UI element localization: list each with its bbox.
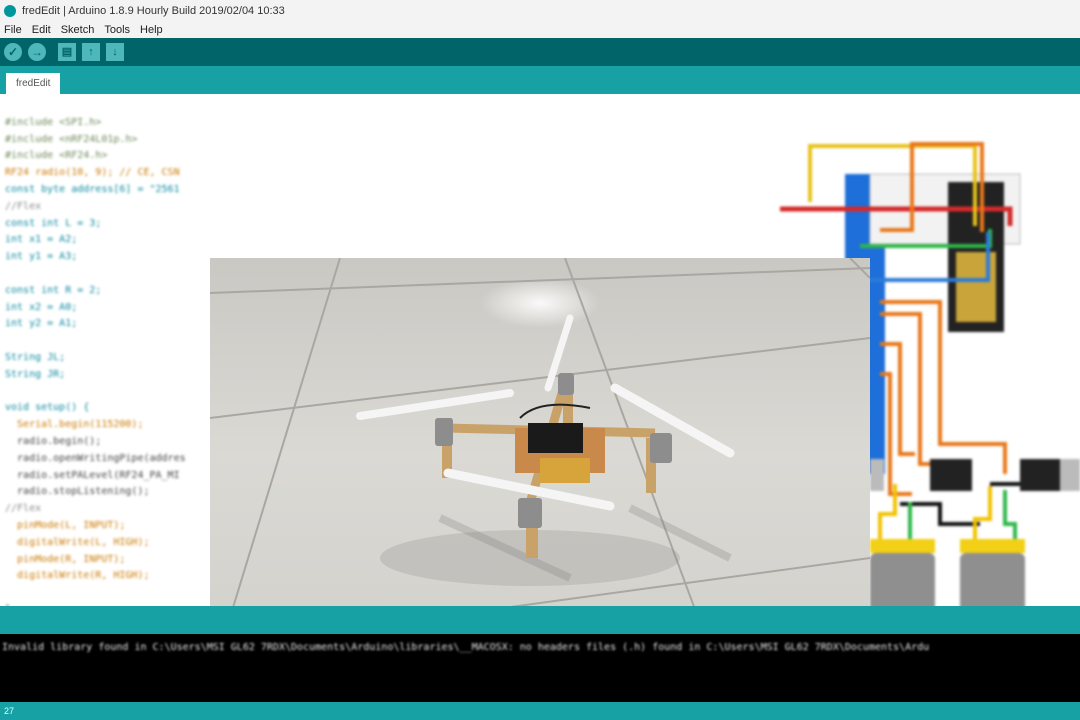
arrow-up-icon: ↑ — [88, 46, 94, 58]
arduino-app-icon — [4, 5, 16, 17]
orange-wire — [880, 342, 915, 456]
code-line: pinMode(R, INPUT); — [5, 553, 126, 565]
yellow-wire — [973, 486, 992, 539]
menu-tools[interactable]: Tools — [104, 24, 130, 36]
motor-top — [870, 539, 935, 553]
status-bar: 27 — [0, 702, 1080, 720]
code-line: #include <SPI.h> — [5, 116, 102, 128]
verify-button[interactable]: ✓ — [4, 43, 22, 61]
code-line: const int R = 2; — [5, 284, 102, 296]
code-line: int x1 = A2; — [5, 234, 78, 246]
code-line: #include <RF24.h> — [5, 150, 108, 162]
code-line: pinMode(L, INPUT); — [5, 519, 126, 531]
code-line: digitalWrite(R, HIGH); — [5, 570, 150, 582]
code-line: void setup() { — [5, 402, 90, 414]
code-line: String JL; — [5, 351, 66, 363]
code-line: RF24 radio(10, 9); // CE, CSN — [5, 167, 180, 179]
code-line: //Flex — [5, 503, 42, 515]
toolbar: ✓ → ▤ ↑ ↓ — [0, 38, 1080, 66]
code-line: int x2 = A0; — [5, 301, 78, 313]
tab-bar: fredEdit — [0, 66, 1080, 94]
code-editor[interactable]: #include <SPI.h> #include <nRF24L01p.h> … — [0, 94, 1080, 606]
arrow-down-icon: ↓ — [112, 46, 118, 58]
transistor-heatsink — [1060, 459, 1080, 491]
transistor — [930, 459, 972, 491]
menu-edit[interactable]: Edit — [32, 24, 51, 36]
code-line: int y1 = A3; — [5, 251, 78, 263]
new-file-icon: ▤ — [61, 46, 73, 58]
green-wire — [1003, 490, 1017, 539]
menu-sketch[interactable]: Sketch — [61, 24, 95, 36]
code-line: int y2 = A1; — [5, 318, 78, 330]
arrow-right-icon: → — [31, 45, 43, 59]
new-sketch-button[interactable]: ▤ — [58, 43, 76, 61]
console-output[interactable]: Invalid library found in C:\Users\MSI GL… — [0, 634, 1080, 702]
drone-motor — [650, 433, 672, 463]
checkmark-icon: ✓ — [7, 45, 19, 59]
window-title: fredEdit | Arduino 1.8.9 Hourly Build 20… — [22, 5, 285, 17]
code-line: radio.openWritingPipe(addres — [5, 452, 186, 464]
drone-motor — [518, 498, 542, 528]
code-line: radio.stopListening(); — [5, 486, 150, 498]
menu-bar: File Edit Sketch Tools Help — [0, 22, 1080, 38]
line-number: 27 — [4, 706, 15, 716]
code-line: radio.begin(); — [5, 435, 102, 447]
menu-file[interactable]: File — [4, 24, 22, 36]
drone-photo — [210, 258, 870, 606]
code-line: Serial.begin(115200); — [5, 419, 144, 431]
code-line: //Flex — [5, 200, 42, 212]
code-text[interactable]: #include <SPI.h> #include <nRF24L01p.h> … — [5, 98, 186, 606]
title-bar: fredEdit | Arduino 1.8.9 Hourly Build 20… — [0, 0, 1080, 22]
flight-controller — [528, 423, 583, 453]
code-line: const byte address[6] = "2561 — [5, 183, 180, 195]
tab-sketch[interactable]: fredEdit — [6, 73, 61, 94]
dc-motor — [870, 553, 935, 606]
battery — [540, 458, 590, 483]
save-button[interactable]: ↓ — [106, 43, 124, 61]
console-message: Invalid library found in C:\Users\MSI GL… — [2, 642, 930, 653]
drone-motor — [435, 418, 453, 446]
menu-help[interactable]: Help — [140, 24, 163, 36]
code-line: const int L = 3; — [5, 217, 102, 229]
motor-top — [960, 539, 1025, 553]
message-area — [0, 606, 1080, 634]
code-line: digitalWrite(L, HIGH); — [5, 536, 150, 548]
code-line: radio.setPALevel(RF24_PA_MI — [5, 469, 180, 481]
open-button[interactable]: ↑ — [82, 43, 100, 61]
code-line: String JR; — [5, 368, 66, 380]
upload-button[interactable]: → — [28, 43, 46, 61]
transistor-heatsink — [870, 459, 884, 491]
code-line: #include <nRF24L01p.h> — [5, 133, 138, 145]
drone-motor — [558, 373, 574, 395]
dc-motor — [960, 553, 1025, 606]
